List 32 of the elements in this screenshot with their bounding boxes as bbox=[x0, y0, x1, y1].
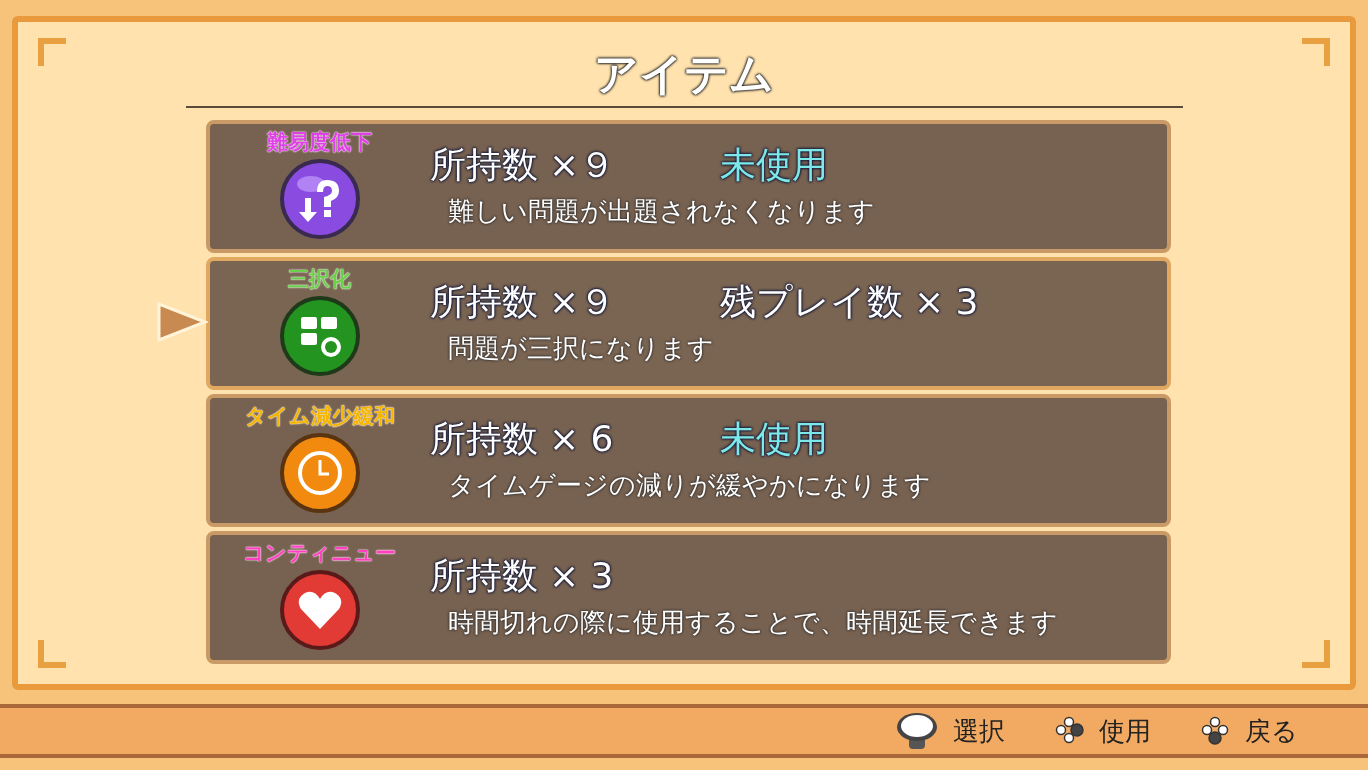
item-name: タイム減少緩和 bbox=[244, 403, 395, 430]
item-name: コンティニュー bbox=[243, 540, 396, 567]
corner-bracket bbox=[1302, 640, 1330, 668]
clock-icon bbox=[278, 432, 361, 514]
corner-bracket bbox=[1302, 38, 1330, 66]
corner-bracket bbox=[38, 38, 66, 66]
status-label: 未使用 bbox=[719, 143, 828, 187]
remaining-plays: 残プレイ数 × 3 bbox=[719, 280, 979, 324]
item-description: 時間切れの際に使用することで、時間延長できます bbox=[447, 606, 1058, 639]
item-name: 三択化 bbox=[288, 266, 351, 293]
item-description: 問題が三択になります bbox=[447, 332, 715, 365]
button-cluster-icon bbox=[1201, 716, 1231, 746]
corner-bracket bbox=[38, 640, 66, 668]
hint-label: 選択 bbox=[953, 714, 1005, 748]
screen-title: アイテム bbox=[594, 47, 774, 101]
item-description: 難しい問題が出題されなくなります bbox=[447, 195, 875, 228]
item-card[interactable]: コンティニュー 所持数 × 3 時間切れの際に使用することで、時間延長できます bbox=[205, 531, 1171, 664]
hint-label: 使用 bbox=[1099, 714, 1151, 748]
item-count: 所持数 ×９ bbox=[429, 280, 617, 324]
item-card[interactable]: タイム減少緩和 所持数 × 6 未使用 タイムゲージの減りが緩やかになります bbox=[205, 394, 1171, 527]
item-count: 所持数 × 3 bbox=[429, 554, 615, 598]
item-card[interactable]: 三択化 所持数 ×９ 残プレイ数 × 3 問題が三択になります bbox=[205, 257, 1171, 390]
item-count: 所持数 × 6 bbox=[429, 417, 615, 461]
hint-label: 戻る bbox=[1245, 714, 1298, 748]
item-name: 難易度低下 bbox=[267, 129, 372, 156]
item-card[interactable]: 難易度低下 所持数 ×９ 未使用 難しい問題が出題されなくなります bbox=[205, 120, 1171, 253]
three-choices-icon bbox=[278, 295, 361, 377]
status-label: 未使用 bbox=[719, 417, 828, 461]
item-description: タイムゲージの減りが緩やかになります bbox=[447, 469, 931, 502]
item-count: 所持数 ×９ bbox=[429, 143, 617, 187]
control-stick-icon bbox=[895, 711, 939, 751]
button-cluster-icon bbox=[1055, 716, 1085, 746]
